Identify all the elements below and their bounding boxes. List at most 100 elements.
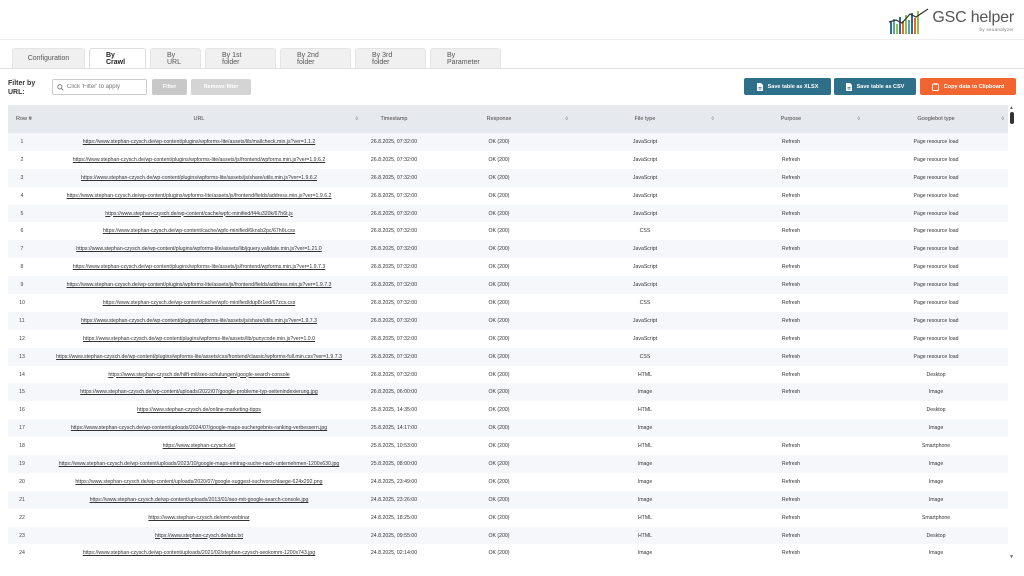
table-row[interactable]: 11 https://www.stephan-czysch.de/wp-conte… <box>8 311 1008 330</box>
scroll-up-icon[interactable]: ▲ <box>1009 105 1014 111</box>
cell-url[interactable]: https://www.stephan-czysch.de/wp-content… <box>36 294 362 312</box>
cell-timestamp: 26.8.2025, 07:32:00 <box>370 192 418 199</box>
header-file-type[interactable]: File type ◊ <box>572 105 718 133</box>
cell-file-type: JavaScript <box>632 174 658 181</box>
sort-icon[interactable]: ◊ <box>566 116 568 122</box>
tab-by-2nd-folder[interactable]: By 2nd folder <box>280 48 351 68</box>
sort-icon[interactable]: ◊ <box>356 116 358 122</box>
cell-response: OK (200) <box>488 550 510 557</box>
crawl-table: Row # ◊ URL ◊ Timestamp Response ◊ File typ… <box>8 105 1008 560</box>
cell-url[interactable]: https://www.stephan-czysch.de/wp-content… <box>36 491 362 509</box>
cell-googlebot-type: Smartphone <box>921 514 951 521</box>
cell-googlebot-type: Page resource load <box>913 264 959 271</box>
cell-url[interactable]: https://www.stephan-czysch.de/wp-content… <box>36 312 362 330</box>
table-row[interactable]: 8 https://www.stephan-czysch.de/wp-conten… <box>8 258 1008 277</box>
remove-filter-button[interactable]: Remove filter <box>191 79 251 95</box>
tab-configuration[interactable]: Configuration <box>12 48 85 68</box>
cell-googlebot-type: Image <box>928 496 944 503</box>
scroll-thumb[interactable] <box>1010 112 1014 124</box>
table-row[interactable]: 10 https://www.stephan-czysch.de/wp-conte… <box>8 294 1008 312</box>
table-row[interactable]: 19 https://www.stephan-czysch.de/wp-conte… <box>8 455 1008 473</box>
save-csv-button[interactable]: Save table as CSV <box>834 78 916 95</box>
tab-by-crawl[interactable]: By Crawl <box>89 48 146 68</box>
table-row[interactable]: 12 https://www.stephan-czysch.de/wp-conte… <box>8 329 1008 348</box>
table-scrollbar[interactable]: ▲ ▼ <box>1008 105 1016 560</box>
header-purpose[interactable]: Purpose ◊ <box>718 105 864 133</box>
table-row[interactable]: 7 https://www.stephan-czysch.de/wp-conten… <box>8 240 1008 259</box>
table-row[interactable]: 18 https://www.stephan-czysch.de/25.8.202… <box>8 437 1008 456</box>
cell-url[interactable]: https://www.stephan-czysch.de/wp-content… <box>36 544 362 560</box>
table-row[interactable]: 2 https://www.stephan-czysch.de/wp-conten… <box>8 150 1008 169</box>
cell-url[interactable]: https://www.stephan-czysch.de/wp-content… <box>36 240 362 258</box>
cell-url[interactable]: https://www.stephan-czysch.de/wp-content… <box>36 169 362 187</box>
page: GSC helper by seoanalyzer Configuration … <box>0 0 1024 576</box>
table-row[interactable]: 6 https://www.stephan-czysch.de/wp-conten… <box>8 222 1008 241</box>
filter-button[interactable]: Filter <box>152 79 187 95</box>
cell-googlebot-type: Image <box>928 389 944 396</box>
cell-response: OK (200) <box>488 282 510 289</box>
table-row[interactable]: 13 https://www.stephan-czysch.de/wp-conte… <box>8 347 1008 366</box>
save-xlsx-button[interactable]: Save table as XLSX <box>744 78 831 95</box>
header-timestamp[interactable]: Timestamp <box>362 105 426 133</box>
cell-googlebot-type: Page resource load <box>913 228 959 235</box>
table-row[interactable]: 5 https://www.stephan-czysch.de/wp-conten… <box>8 204 1008 223</box>
cell-url[interactable]: https://www.stephan-czysch.de/wp-content… <box>36 205 362 223</box>
header-googlebot-type[interactable]: Googlebot type ◊ <box>864 105 1008 133</box>
cell-purpose: Refresh <box>781 371 801 378</box>
cell-timestamp: 26.8.2025, 07:32:00 <box>370 174 418 181</box>
cell-url[interactable]: https://www.stephan-czysch.de/wp-content… <box>36 348 362 366</box>
table-row[interactable]: 23 https://www.stephan-czysch.de/ads.txt 2… <box>8 526 1008 545</box>
header-row-number[interactable]: Row # ◊ <box>8 105 36 133</box>
table-row[interactable]: 15 https://www.stephan-czysch.de/wp-conte… <box>8 383 1008 402</box>
cell-url[interactable]: https://www.stephan-czysch.de/wp-content… <box>36 133 362 151</box>
table-row[interactable]: 16 https://www.stephan-czysch.de/online-m… <box>8 401 1008 420</box>
sort-icon[interactable]: ◊ <box>858 116 860 122</box>
cell-url[interactable]: https://www.stephan-czysch.de/wp-content… <box>36 455 362 473</box>
table-row[interactable]: 3 https://www.stephan-czysch.de/wp-conten… <box>8 168 1008 187</box>
cell-file-type: JavaScript <box>632 246 658 253</box>
cell-url[interactable]: https://www.stephan-czysch.de/ <box>36 437 362 455</box>
table-row[interactable]: 22 https://www.stephan-czysch.de/omt-webi… <box>8 508 1008 527</box>
cell-timestamp: 26.8.2025, 07:32:00 <box>370 138 418 145</box>
table-row[interactable]: 4 https://www.stephan-czysch.de/wp-conten… <box>8 186 1008 205</box>
filter-field[interactable] <box>52 79 147 95</box>
cell-url[interactable]: https://www.stephan-czysch.de/wp-content… <box>36 419 362 437</box>
cell-url[interactable]: https://www.stephan-czysch.de/wp-content… <box>36 258 362 276</box>
sort-icon[interactable]: ◊ <box>1002 116 1004 122</box>
table-row[interactable]: 21 https://www.stephan-czysch.de/wp-conte… <box>8 490 1008 509</box>
tab-by-url[interactable]: By URL <box>150 48 201 68</box>
tab-by-1st-folder[interactable]: By 1st folder <box>205 48 276 68</box>
cell-file-type: CSS <box>639 299 651 306</box>
cell-row-number: 16 <box>19 407 25 414</box>
header-url[interactable]: URL ◊ <box>36 105 362 133</box>
table-row[interactable]: 17 https://www.stephan-czysch.de/wp-conte… <box>8 419 1008 438</box>
sort-icon[interactable]: ◊ <box>30 116 32 123</box>
table-row[interactable]: 9 https://www.stephan-czysch.de/wp-conten… <box>8 276 1008 295</box>
table-row[interactable]: 20 https://www.stephan-czysch.de/wp-conte… <box>8 472 1008 491</box>
cell-url[interactable]: https://www.stephan-czysch.de/wp-content… <box>36 151 362 169</box>
cell-url[interactable]: https://www.stephan-czysch.de/wp-content… <box>36 383 362 401</box>
header-response[interactable]: Response ◊ <box>426 105 572 133</box>
sort-icon[interactable]: ◊ <box>712 116 714 122</box>
cell-url[interactable]: https://www.stephan-czysch.de/wp-content… <box>36 473 362 491</box>
cell-file-type: JavaScript <box>632 192 658 199</box>
cell-url[interactable]: https://www.stephan-czysch.de/omt-webina… <box>36 509 362 527</box>
tab-by-3rd-folder[interactable]: By 3rd folder <box>355 48 426 68</box>
tab-by-parameter[interactable]: By Parameter <box>430 48 501 68</box>
cell-url[interactable]: https://www.stephan-czysch.de/wp-content… <box>36 222 362 240</box>
cell-purpose: Refresh <box>781 210 801 217</box>
table-row[interactable]: 14 https://www.stephan-czysch.de/hilft-mi… <box>8 365 1008 384</box>
cell-row-number: 15 <box>19 389 25 396</box>
cell-url[interactable]: https://www.stephan-czysch.de/online-mar… <box>36 401 362 419</box>
scroll-down-icon[interactable]: ▼ <box>1009 554 1014 560</box>
cell-url[interactable]: https://www.stephan-czysch.de/wp-content… <box>36 187 362 205</box>
cell-url[interactable]: https://www.stephan-czysch.de/hilft-mit/… <box>36 366 362 384</box>
cell-url[interactable]: https://www.stephan-czysch.de/wp-content… <box>36 276 362 294</box>
cell-googlebot-type: Image <box>928 425 944 432</box>
table-row[interactable]: 1 https://www.stephan-czysch.de/wp-conten… <box>8 133 1008 151</box>
filter-input[interactable] <box>67 84 145 90</box>
cell-url[interactable]: https://www.stephan-czysch.de/ads.txt <box>36 527 362 545</box>
table-row[interactable]: 24 https://www.stephan-czysch.de/wp-conte… <box>8 544 1008 560</box>
cell-url[interactable]: https://www.stephan-czysch.de/wp-content… <box>36 330 362 348</box>
copy-clipboard-button[interactable]: Copy data to Clipboard <box>920 78 1016 95</box>
